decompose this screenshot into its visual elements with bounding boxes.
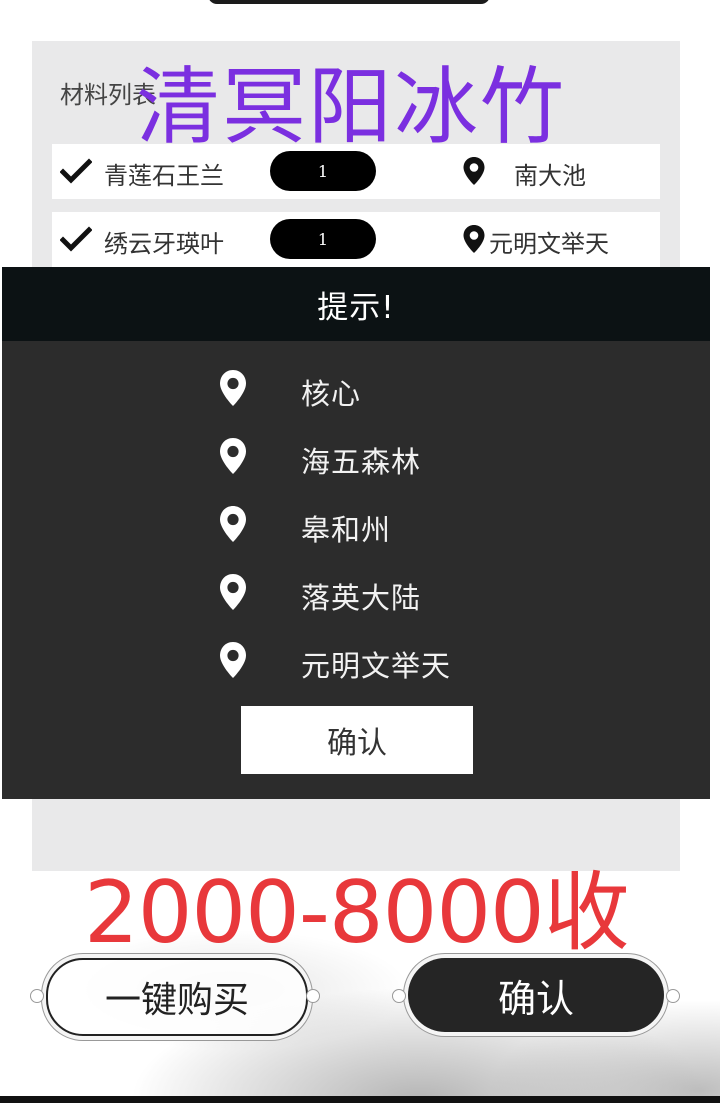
price-banner: 2000-8000收 (84, 863, 630, 963)
material-location: 南大池 (514, 162, 586, 190)
map-pin-icon (220, 642, 246, 678)
location-option-label: 海五森林 (301, 445, 422, 479)
confirm-button[interactable]: 确认 (408, 958, 664, 1032)
location-option[interactable]: 元明文举天 (2, 631, 710, 691)
buy-all-button[interactable]: 一键购买 (46, 958, 308, 1036)
top-tab-handle (208, 0, 490, 4)
item-watermark-title: 清冥阳冰竹 (136, 58, 567, 156)
button-ornament (666, 989, 680, 1003)
quantity-badge[interactable]: 1 (270, 219, 376, 259)
button-ornament (392, 989, 406, 1003)
map-pin-icon (220, 370, 246, 406)
dialog-confirm-button[interactable]: 确认 (241, 706, 473, 774)
dialog-header: 提示! (2, 267, 710, 341)
material-location: 元明文举天 (489, 230, 609, 258)
material-row[interactable]: 绣云牙瑛叶 1 元明文举天 (52, 212, 660, 267)
map-pin-icon (220, 574, 246, 610)
check-icon (60, 226, 92, 252)
button-ornament (306, 989, 320, 1003)
material-name: 青莲石王兰 (104, 162, 224, 190)
check-icon (60, 158, 92, 184)
location-option-label: 皋和州 (301, 513, 392, 547)
dialog-title: 提示! (317, 289, 395, 326)
map-pin-icon (463, 225, 485, 253)
location-option-label: 落英大陆 (301, 581, 422, 615)
location-option-label: 核心 (301, 377, 362, 411)
map-pin-icon (220, 506, 246, 542)
location-dialog: 提示! 核心 海五森林 皋和州 落英大陆 元明文举天 确认 (2, 267, 710, 799)
location-option[interactable]: 落英大陆 (2, 563, 710, 623)
material-name: 绣云牙瑛叶 (104, 230, 224, 258)
bottom-bar (0, 1096, 720, 1103)
map-pin-icon (220, 438, 246, 474)
location-option[interactable]: 海五森林 (2, 427, 710, 487)
location-option-label: 元明文举天 (301, 649, 452, 683)
location-option[interactable]: 核心 (2, 359, 710, 419)
location-option[interactable]: 皋和州 (2, 495, 710, 555)
button-ornament (30, 989, 44, 1003)
